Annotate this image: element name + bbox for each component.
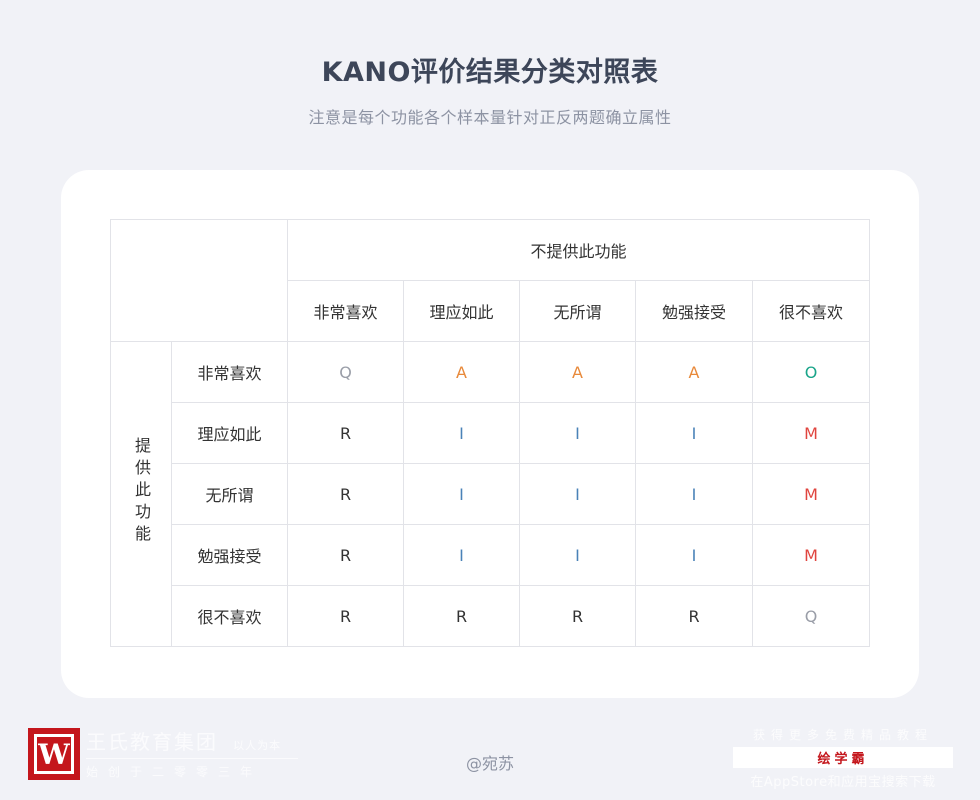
- row-header: 非常喜欢: [171, 341, 288, 403]
- table-cell: R: [403, 585, 520, 647]
- row-header: 理应如此: [171, 402, 288, 464]
- promo-brand: 绘学霸: [733, 747, 953, 768]
- table-cell: R: [287, 585, 404, 647]
- col-header: 很不喜欢: [751, 280, 871, 342]
- row-header: 无所谓: [171, 463, 288, 525]
- table-cell: M: [751, 402, 871, 464]
- row-header: 勉强接受: [171, 524, 288, 586]
- table-cell: M: [751, 524, 871, 586]
- col-group-header: 不提供此功能: [286, 219, 871, 281]
- row-header: 很不喜欢: [171, 585, 288, 647]
- table-cell: I: [635, 524, 753, 586]
- promo-bottom-text: 在AppStore和应用宝搜索下载: [750, 775, 936, 790]
- table-cell: M: [751, 463, 871, 525]
- table-cell: A: [635, 341, 753, 403]
- row-group-label: 提供此功能: [132, 437, 151, 547]
- kano-table: 不提供此功能 非常喜欢 理应如此 无所谓 勉强接受 很不喜欢 提供此功能 非常喜…: [110, 219, 871, 647]
- row-group-header: 提供此功能: [110, 341, 172, 647]
- table-cell: R: [287, 463, 404, 525]
- table-cell: I: [403, 524, 520, 586]
- table-cell: I: [635, 402, 753, 464]
- table-row: 无所谓 R I I I M: [111, 463, 871, 525]
- table-cell: I: [403, 402, 520, 464]
- table-cell: R: [287, 402, 404, 464]
- col-header: 理应如此: [403, 280, 520, 342]
- col-header: 勉强接受: [635, 280, 753, 342]
- table-row: 理应如此 R I I I M: [111, 402, 871, 464]
- table-row: 提供此功能 非常喜欢 Q A A A O: [110, 341, 871, 647]
- col-header: 非常喜欢: [287, 280, 404, 342]
- table-cell: R: [635, 585, 753, 647]
- promo-top-text: 获得更多免费精品教程: [752, 728, 933, 742]
- kano-table-card: 不提供此功能 非常喜欢 理应如此 无所谓 勉强接受 很不喜欢 提供此功能 非常喜…: [61, 170, 919, 698]
- table-row: 很不喜欢 R R R R Q: [111, 585, 871, 647]
- table-row: 勉强接受 R I I I M: [111, 524, 871, 586]
- table-cell: I: [519, 463, 636, 525]
- col-header: 无所谓: [519, 280, 636, 342]
- table-cell: Q: [751, 585, 871, 647]
- table-cell: I: [519, 402, 636, 464]
- table-cell: R: [519, 585, 636, 647]
- table-cell: Q: [287, 341, 404, 403]
- promo-watermark: 获得更多免费精品教程 绘学霸 在AppStore和应用宝搜索下载: [733, 726, 953, 790]
- table-cell: I: [635, 463, 753, 525]
- table-cell: R: [287, 524, 404, 586]
- corner-cell: [110, 219, 288, 342]
- page-subtitle: 注意是每个功能各个样本量针对正反两题确立属性: [308, 108, 672, 127]
- table-cell: A: [403, 341, 520, 403]
- page-title: KANO评价结果分类对照表: [321, 57, 659, 88]
- table-cell: I: [403, 463, 520, 525]
- table-cell: A: [519, 341, 636, 403]
- table-cell: I: [519, 524, 636, 586]
- table-cell: O: [751, 341, 871, 403]
